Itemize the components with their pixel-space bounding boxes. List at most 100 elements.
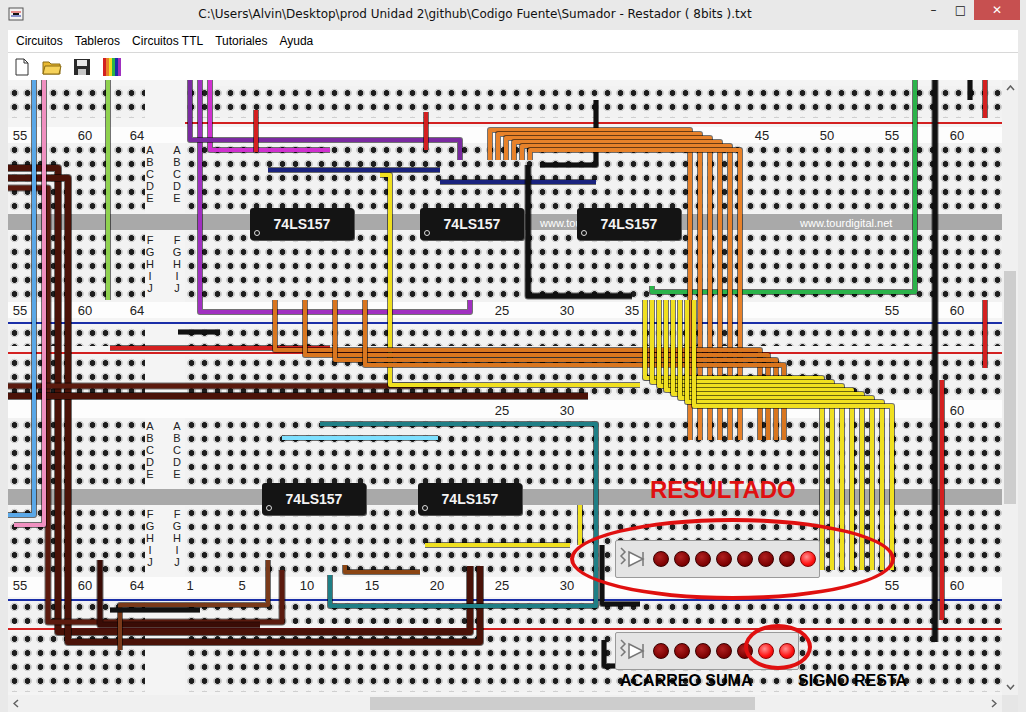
column-number: 30: [560, 578, 574, 593]
column-number: 30: [560, 303, 574, 318]
led: [674, 643, 690, 659]
window-control-button[interactable]: □: [947, 0, 974, 20]
row-letter: C: [146, 444, 154, 456]
wire: [652, 80, 915, 292]
column-number: 55: [885, 303, 899, 318]
wire: [120, 560, 268, 650]
row-letters: ABCDE: [173, 144, 181, 204]
hole-grid: [8, 356, 145, 396]
window-control-button[interactable]: ✕: [974, 0, 1020, 20]
wire: [673, 300, 862, 570]
scroll-down-button[interactable]: [1002, 679, 1018, 695]
menu-item[interactable]: Tutoriales: [209, 34, 273, 48]
power-rail-line: [8, 352, 1002, 354]
wire: [200, 80, 470, 312]
column-number: 60: [78, 303, 92, 318]
scroll-left-button[interactable]: [8, 695, 24, 712]
row-letter: A: [173, 420, 181, 432]
column-number: 35: [625, 303, 639, 318]
wire: [490, 130, 690, 440]
new-document-icon: [14, 58, 30, 76]
led: [653, 643, 669, 659]
floppy-disk-icon: [73, 58, 91, 76]
new-button[interactable]: [10, 55, 34, 79]
wire: [498, 134, 700, 440]
wire: [8, 188, 282, 622]
power-rail-line: [8, 599, 1002, 601]
hole-grid: [185, 506, 1002, 576]
led-bar: [615, 632, 799, 670]
column-number: 20: [430, 578, 444, 593]
chip-notch-icon: [581, 230, 587, 236]
row-letter: G: [173, 520, 182, 532]
ic-chip[interactable]: 74LS157: [420, 208, 524, 240]
row-letter: A: [173, 144, 181, 156]
menu-item[interactable]: Tableros: [69, 34, 126, 48]
window-controls: –□✕: [920, 0, 1020, 20]
wire: [426, 112, 427, 150]
ic-chip[interactable]: 74LS157: [577, 208, 681, 240]
ic-chip[interactable]: 74LS157: [250, 208, 354, 240]
wire: [580, 505, 581, 545]
menu-bar: CircuitosTablerosCircuitos TTLTutoriales…: [8, 30, 1018, 52]
vertical-scroll-thumb[interactable]: [1004, 271, 1016, 504]
breadboard-canvas[interactable]: www.tourdigital.netwww.tourdigital.net55…: [8, 80, 1002, 695]
horizontal-scrollbar: [8, 695, 1018, 712]
highlight-ellipse: [570, 518, 895, 600]
chevron-right-icon: [991, 699, 997, 708]
wire: [935, 80, 936, 642]
wire: [320, 424, 596, 606]
column-number: 60: [950, 128, 964, 143]
wire: [365, 300, 784, 440]
row-letters: FGHIJ: [146, 234, 155, 294]
hole-grid: [185, 356, 1002, 396]
title-bar: C:\Users\Alvin\Desktop\prod Unidad 2\git…: [0, 0, 1026, 30]
ic-chip[interactable]: 74LS157: [418, 483, 522, 515]
row-letter: D: [173, 180, 181, 192]
menu-item[interactable]: Ayuda: [273, 34, 319, 48]
hole-grid: [8, 231, 145, 302]
scroll-right-button[interactable]: [986, 695, 1002, 712]
column-number: 25: [495, 403, 509, 418]
wire: [8, 178, 480, 642]
wire: [282, 438, 438, 439]
hole-grid: [8, 632, 145, 692]
led: [653, 551, 669, 567]
wire: [970, 80, 971, 100]
wire: [440, 182, 596, 183]
row-letter: J: [146, 556, 155, 568]
window-control-button[interactable]: –: [920, 0, 947, 20]
horizontal-scroll-thumb[interactable]: [370, 697, 755, 710]
led-caption: SIGNO RESTA: [798, 672, 907, 690]
led: [716, 551, 732, 567]
watermark: www.tourdigital.net: [800, 216, 892, 230]
wire: [110, 610, 200, 611]
wire-colors-button[interactable]: [100, 55, 124, 79]
wire: [985, 80, 986, 118]
row-letter: C: [146, 168, 154, 180]
wire: [506, 138, 710, 440]
open-button[interactable]: [40, 55, 64, 79]
chip-notch-icon: [254, 230, 260, 236]
chip-notch-icon: [422, 505, 428, 511]
wire: [666, 300, 852, 570]
menu-item[interactable]: Circuitos: [10, 34, 69, 48]
power-rail-line: [185, 122, 1002, 124]
row-letter: E: [146, 192, 154, 204]
save-button[interactable]: [70, 55, 94, 79]
row-letter: D: [146, 180, 154, 192]
row-letter: H: [146, 258, 155, 270]
wire: [108, 80, 109, 300]
row-letter: B: [146, 432, 154, 444]
led: [716, 643, 732, 659]
led: [737, 643, 753, 659]
ic-chip[interactable]: 74LS157: [262, 483, 366, 515]
column-number: 30: [560, 403, 574, 418]
open-folder-icon: [42, 58, 62, 76]
menu-item[interactable]: Circuitos TTL: [126, 34, 209, 48]
led: [779, 643, 795, 659]
led: [758, 643, 774, 659]
workspace: www.tourdigital.netwww.tourdigital.net55…: [8, 80, 1018, 695]
row-letter: I: [146, 270, 155, 282]
scroll-up-button[interactable]: [1002, 80, 1018, 96]
